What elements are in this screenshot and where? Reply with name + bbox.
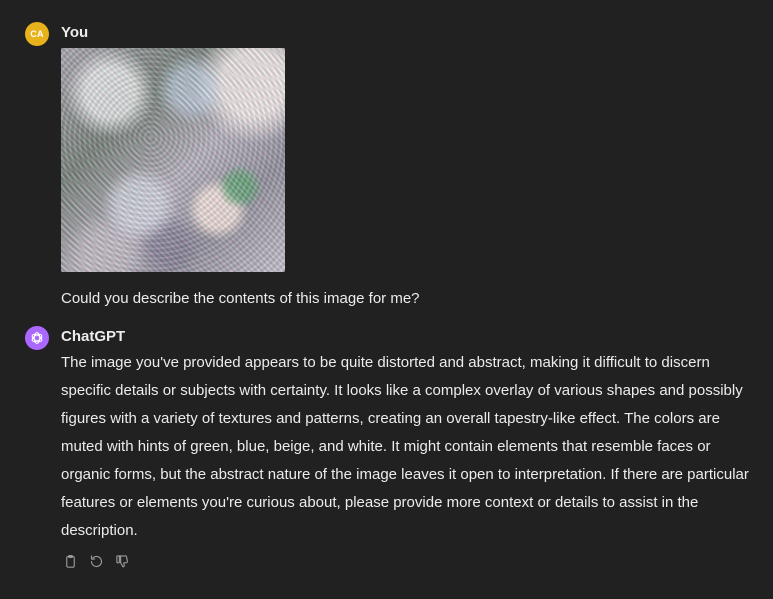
user-avatar: CA bbox=[25, 22, 49, 46]
user-author-name: You bbox=[61, 24, 89, 41]
thumbs-down-button[interactable] bbox=[113, 552, 131, 570]
assistant-message-content: The image you've provided appears to be … bbox=[61, 352, 751, 548]
copy-button[interactable] bbox=[61, 552, 79, 570]
user-avatar-initials: CA bbox=[30, 29, 44, 39]
regenerate-button[interactable] bbox=[87, 552, 105, 570]
message-actions bbox=[61, 552, 131, 570]
thumbs-down-icon bbox=[115, 554, 128, 567]
user-message-content: Could you describe the contents of this … bbox=[61, 48, 751, 310]
regenerate-icon bbox=[90, 554, 102, 567]
assistant-avatar bbox=[25, 326, 49, 350]
assistant-author-name: ChatGPT bbox=[61, 328, 126, 345]
user-message-text: Could you describe the contents of this … bbox=[61, 290, 420, 307]
openai-logo-icon bbox=[31, 332, 43, 344]
assistant-message-text: The image you've provided appears to be … bbox=[61, 354, 749, 539]
clipboard-icon bbox=[65, 554, 75, 568]
uploaded-image[interactable] bbox=[61, 48, 285, 272]
